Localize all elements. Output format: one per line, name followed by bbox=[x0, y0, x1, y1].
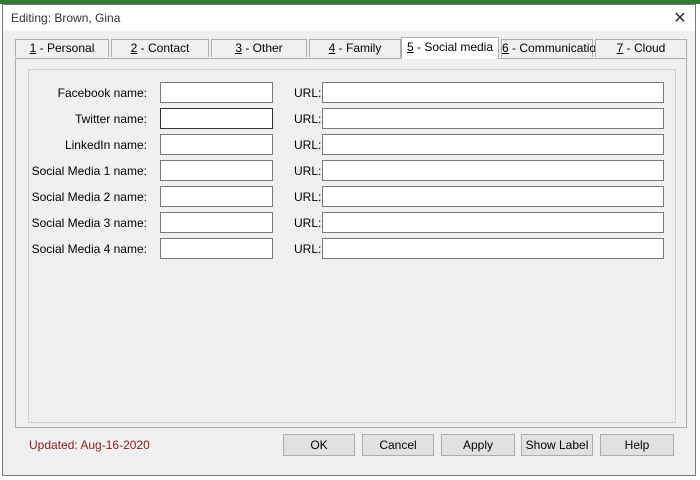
tab-key: 6 bbox=[502, 41, 509, 55]
social-media-1-name-label: Social Media 1 name: bbox=[31, 164, 147, 178]
facebook-name-label: Facebook name: bbox=[57, 86, 147, 100]
form-row-social-media-1: Social Media 1 name: URL: bbox=[29, 160, 677, 182]
twitter-url-label: URL: bbox=[294, 112, 322, 126]
window-title: Editing: Brown, Gina bbox=[11, 11, 121, 25]
cancel-button[interactable]: Cancel bbox=[362, 434, 434, 456]
tab-label: - Other bbox=[242, 41, 283, 55]
social-media-2-url-input[interactable] bbox=[322, 186, 664, 207]
facebook-url-input[interactable] bbox=[322, 82, 664, 103]
ok-button[interactable]: OK bbox=[283, 434, 355, 456]
social-media-4-url-input[interactable] bbox=[322, 238, 664, 259]
form-row-facebook: Facebook name: URL: bbox=[29, 82, 677, 104]
help-button[interactable]: Help bbox=[600, 434, 674, 456]
linkedin-url-input[interactable] bbox=[322, 134, 664, 155]
tab-strip: 1 - Personal 2 - Contact 3 - Other 4 - F… bbox=[15, 37, 687, 59]
tab-label: - Cloud bbox=[623, 41, 666, 55]
tab-label: - Contact bbox=[137, 41, 190, 55]
social-media-4-name-input[interactable] bbox=[160, 238, 273, 259]
social-media-1-url-label: URL: bbox=[294, 164, 322, 178]
social-media-3-name-label: Social Media 3 name: bbox=[31, 216, 147, 230]
linkedin-url-label: URL: bbox=[294, 138, 322, 152]
twitter-name-label: Twitter name: bbox=[74, 112, 147, 126]
social-media-2-url-label: URL: bbox=[294, 190, 322, 204]
close-button[interactable]: ✕ bbox=[669, 7, 691, 29]
social-media-1-url-input[interactable] bbox=[322, 160, 664, 181]
tab-key: 5 bbox=[406, 40, 414, 54]
tab-label: - Communication bbox=[508, 41, 603, 55]
tab-label: - Family bbox=[335, 41, 382, 55]
apply-button[interactable]: Apply bbox=[441, 434, 515, 456]
twitter-name-input[interactable] bbox=[160, 108, 273, 129]
close-icon: ✕ bbox=[673, 10, 687, 27]
social-media-panel: Facebook name: URL: Twitter name: URL: L… bbox=[15, 58, 687, 428]
title-bar[interactable]: Editing: Brown, Gina ✕ bbox=[3, 5, 695, 31]
tab-personal[interactable]: 1 - Personal bbox=[15, 39, 109, 57]
tab-social-media[interactable]: 5 - Social media bbox=[401, 37, 499, 59]
social-media-3-url-input[interactable] bbox=[322, 212, 664, 233]
tab-label: - Social media bbox=[413, 40, 494, 54]
tab-key: 3 bbox=[235, 41, 242, 55]
social-media-2-name-input[interactable] bbox=[160, 186, 273, 207]
tab-contact[interactable]: 2 - Contact bbox=[111, 39, 209, 57]
tab-label: - Personal bbox=[36, 41, 95, 55]
form-row-social-media-4: Social Media 4 name: URL: bbox=[29, 238, 677, 260]
twitter-url-input[interactable] bbox=[322, 108, 664, 129]
updated-date: Updated: Aug-16-2020 bbox=[29, 438, 150, 452]
social-media-4-name-label: Social Media 4 name: bbox=[31, 242, 147, 256]
form-row-social-media-2: Social Media 2 name: URL: bbox=[29, 186, 677, 208]
form-row-linkedin: LinkedIn name: URL: bbox=[29, 134, 677, 156]
social-media-group: Facebook name: URL: Twitter name: URL: L… bbox=[28, 69, 676, 423]
tab-family[interactable]: 4 - Family bbox=[309, 39, 401, 57]
social-media-1-name-input[interactable] bbox=[160, 160, 273, 181]
social-media-3-name-input[interactable] bbox=[160, 212, 273, 233]
social-media-4-url-label: URL: bbox=[294, 242, 322, 256]
linkedin-name-label: LinkedIn name: bbox=[64, 138, 147, 152]
show-label-button[interactable]: Show Label bbox=[521, 434, 593, 456]
social-media-3-url-label: URL: bbox=[294, 216, 322, 230]
edit-contact-dialog: Editing: Brown, Gina ✕ 1 - Personal 2 - … bbox=[2, 4, 696, 476]
facebook-url-label: URL: bbox=[294, 86, 322, 100]
tab-cloud[interactable]: 7 - Cloud bbox=[595, 39, 687, 57]
linkedin-name-input[interactable] bbox=[160, 134, 273, 155]
form-row-twitter: Twitter name: URL: bbox=[29, 108, 677, 130]
form-row-social-media-3: Social Media 3 name: URL: bbox=[29, 212, 677, 234]
facebook-name-input[interactable] bbox=[160, 82, 273, 103]
tab-other[interactable]: 3 - Other bbox=[211, 39, 307, 57]
social-media-2-name-label: Social Media 2 name: bbox=[31, 190, 147, 204]
tab-communication[interactable]: 6 - Communication bbox=[501, 39, 603, 57]
